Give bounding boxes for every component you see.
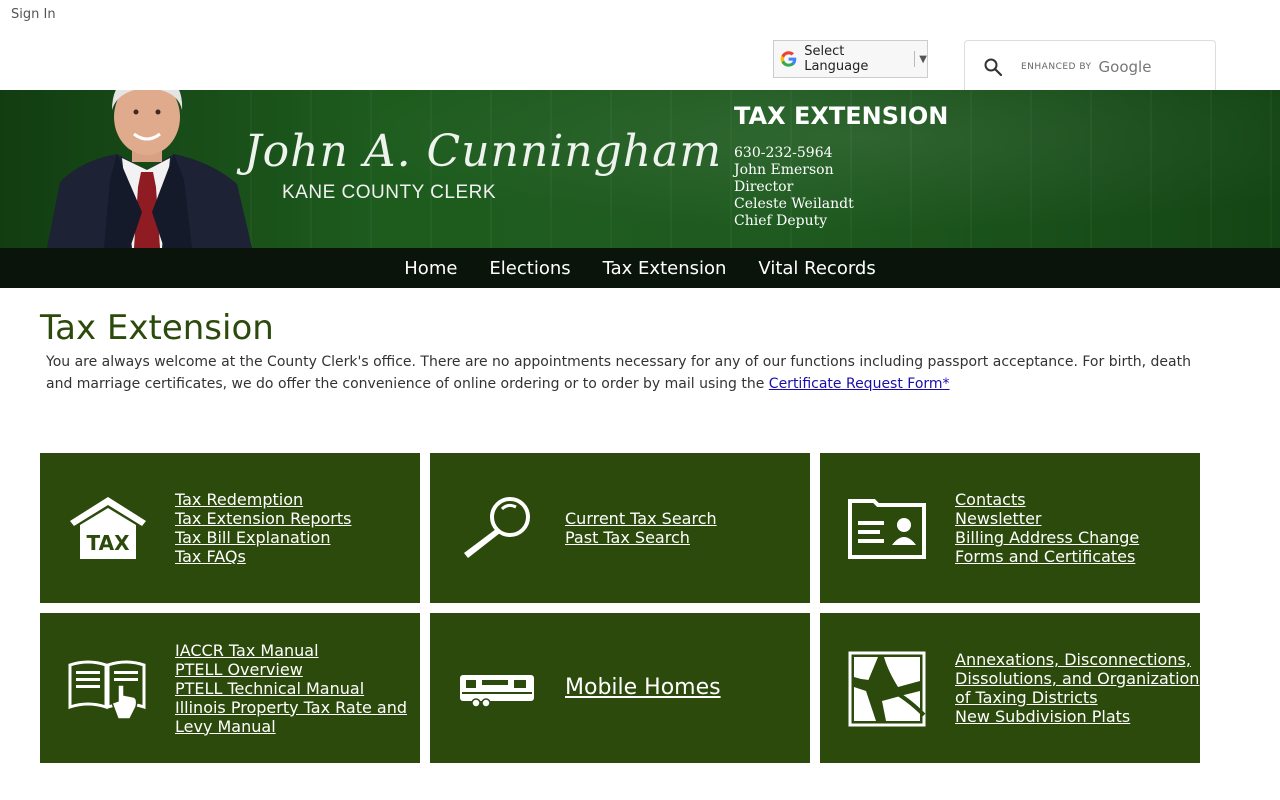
department-title: TAX EXTENSION: [734, 102, 949, 130]
tax-redemption-link[interactable]: Tax Redemption: [175, 490, 352, 509]
tax-house-icon: TAX: [70, 497, 146, 559]
deputy-role: Chief Deputy: [734, 213, 828, 229]
tile-manuals: IACCR Tax Manual PTELL Overview PTELL Te…: [40, 613, 420, 763]
clerk-signature: John A. Cunningham: [244, 126, 723, 177]
select-divider: [914, 51, 916, 67]
chevron-down-icon: ▼: [919, 53, 927, 65]
iaccr-tax-manual-link[interactable]: IACCR Tax Manual: [175, 641, 407, 660]
clerk-portrait: [47, 90, 252, 248]
dissolutions-link[interactable]: Dissolutions, and Organization: [955, 669, 1199, 688]
past-tax-search-link[interactable]: Past Tax Search: [565, 528, 717, 547]
manual-book-icon: [68, 660, 146, 720]
tax-extension-reports-link[interactable]: Tax Extension Reports: [175, 509, 352, 528]
google-wordmark: Google: [1098, 57, 1152, 76]
tile-contacts: Contacts Newsletter Billing Address Chan…: [820, 453, 1200, 603]
ptell-technical-manual-link[interactable]: PTELL Technical Manual: [175, 679, 407, 698]
sign-in-link[interactable]: Sign In: [11, 7, 56, 22]
mobile-home-icon: [460, 675, 534, 708]
tile-contacts-links: Contacts Newsletter Billing Address Chan…: [955, 453, 1139, 603]
newsletter-link[interactable]: Newsletter: [955, 509, 1139, 528]
intro-text: You are always welcome at the County Cle…: [46, 354, 1191, 392]
contacts-link[interactable]: Contacts: [955, 490, 1139, 509]
new-subdivision-plats-link[interactable]: New Subdivision Plats: [955, 707, 1199, 726]
mobile-homes-link[interactable]: Mobile Homes: [565, 675, 721, 701]
page-title: Tax Extension: [40, 308, 274, 348]
illinois-property-tax-rate-link[interactable]: Illinois Property Tax Rate and: [175, 698, 407, 717]
header-banner: John A. Cunningham KANE COUNTY CLERK TAX…: [0, 90, 1280, 248]
ptell-overview-link[interactable]: PTELL Overview: [175, 660, 407, 679]
clerk-title: KANE COUNTY CLERK: [282, 182, 497, 203]
search-enhanced-label: ENHANCED BY: [1021, 61, 1092, 72]
taxing-districts-link[interactable]: of Taxing Districts: [955, 688, 1199, 707]
tile-mobile-homes: Mobile Homes: [430, 613, 810, 763]
intro-paragraph: You are always welcome at the County Cle…: [46, 351, 1206, 395]
tile-manuals-links: IACCR Tax Manual PTELL Overview PTELL Te…: [175, 613, 407, 763]
deputy-name: Celeste Weilandt: [734, 196, 854, 212]
language-select[interactable]: Select Language ▼: [773, 40, 928, 78]
certificate-request-link[interactable]: Certificate Request Form*: [769, 376, 950, 392]
nav-elections[interactable]: Elections: [489, 258, 570, 279]
tile-mobile-homes-links: Mobile Homes: [565, 613, 721, 763]
main-nav: Home Elections Tax Extension Vital Recor…: [0, 248, 1280, 288]
annexations-link[interactable]: Annexations, Disconnections,: [955, 650, 1199, 669]
billing-address-change-link[interactable]: Billing Address Change: [955, 528, 1139, 547]
tile-tax-search-links: Current Tax Search Past Tax Search: [565, 453, 717, 603]
nav-vital-records[interactable]: Vital Records: [758, 258, 875, 279]
current-tax-search-link[interactable]: Current Tax Search: [565, 509, 717, 528]
forms-and-certificates-link[interactable]: Forms and Certificates: [955, 547, 1139, 566]
tile-tax-links: Tax Redemption Tax Extension Reports Tax…: [175, 453, 352, 603]
tile-annexations-links: Annexations, Disconnections, Dissolution…: [955, 613, 1199, 763]
id-card-folder-icon: [848, 499, 926, 559]
search-icon[interactable]: [983, 57, 1003, 77]
nav-tax-extension[interactable]: Tax Extension: [603, 258, 727, 279]
phone-number: 630-232-5964: [734, 145, 833, 161]
language-label: Select Language: [804, 44, 869, 74]
tax-bill-explanation-link[interactable]: Tax Bill Explanation: [175, 528, 352, 547]
svg-text:TAX: TAX: [87, 531, 131, 555]
director-name: John Emerson: [734, 162, 834, 178]
tax-faqs-link[interactable]: Tax FAQs: [175, 547, 352, 566]
tile-tax-search: Current Tax Search Past Tax Search: [430, 453, 810, 603]
nav-home[interactable]: Home: [404, 258, 457, 279]
levy-manual-link[interactable]: Levy Manual: [175, 717, 407, 736]
map-icon: [848, 651, 926, 727]
director-role: Director: [734, 179, 794, 195]
google-g-icon: [780, 51, 797, 67]
tile-tax: TAX Tax Redemption Tax Extension Reports…: [40, 453, 420, 603]
department-contact: 630-232-5964 John Emerson Director Celes…: [734, 145, 854, 230]
tile-annexations: Annexations, Disconnections, Dissolution…: [820, 613, 1200, 763]
site-search[interactable]: ENHANCED BY Google: [964, 40, 1216, 92]
magnifier-icon: [464, 497, 530, 558]
